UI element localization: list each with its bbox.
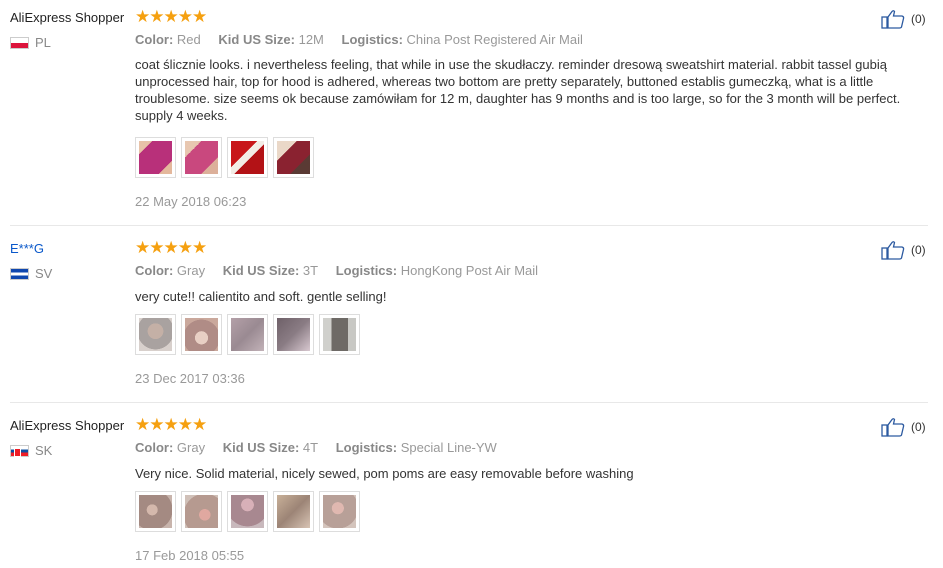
review-photo[interactable] xyxy=(273,314,314,355)
logistics-label: Logistics: xyxy=(335,440,398,455)
color-value: Red xyxy=(176,32,201,47)
photo-image xyxy=(231,141,264,174)
like-count: (0) xyxy=(911,243,926,257)
color-value: Gray xyxy=(176,263,206,278)
star-rating: ★★★★★ xyxy=(135,238,207,257)
size-label: Kid US Size: xyxy=(218,32,295,47)
country-code: SV xyxy=(35,266,53,281)
star-rating: ★★★★★ xyxy=(135,415,207,434)
photo-image xyxy=(277,495,310,528)
review-photo[interactable] xyxy=(135,491,176,532)
like-button[interactable]: (0) xyxy=(881,9,926,29)
review-photo[interactable] xyxy=(319,491,360,532)
thumbs-up-icon xyxy=(881,10,905,29)
size-label: Kid US Size: xyxy=(222,263,300,278)
photo-image xyxy=(185,495,218,528)
logistics-value: Special Line-YW xyxy=(400,440,497,455)
photo-image xyxy=(231,318,264,351)
thumbs-up-icon xyxy=(881,418,905,437)
like-count: (0) xyxy=(911,420,926,434)
review-divider xyxy=(10,225,928,226)
photo-image xyxy=(231,495,264,528)
review-photo[interactable] xyxy=(135,314,176,355)
photo-image xyxy=(139,141,172,174)
review-photo[interactable] xyxy=(181,491,222,532)
photo-image xyxy=(323,495,356,528)
review-photo[interactable] xyxy=(227,314,268,355)
photo-image xyxy=(139,495,172,528)
reviewer-name: AliExpress Shopper xyxy=(10,10,125,25)
review-date: 17 Feb 2018 05:55 xyxy=(135,548,245,563)
like-button[interactable]: (0) xyxy=(881,240,926,260)
review-photos xyxy=(135,137,314,178)
review-photos xyxy=(135,491,360,532)
color-label: Color: xyxy=(135,263,174,278)
reviewer-country: PL xyxy=(10,35,51,50)
review-photo[interactable] xyxy=(273,491,314,532)
review-text: very cute!! calientito and soft. gentle … xyxy=(135,289,387,304)
reviewer-country: SK xyxy=(10,443,52,458)
star-rating: ★★★★★ xyxy=(135,7,207,26)
size-label: Kid US Size: xyxy=(222,440,300,455)
photo-image xyxy=(277,318,310,351)
review-text: Very nice. Solid material, nicely sewed,… xyxy=(135,466,634,481)
order-info: Color: Red Kid US Size: 12M Logistics: C… xyxy=(135,32,597,47)
review-photos xyxy=(135,314,360,355)
review-photo[interactable] xyxy=(319,314,360,355)
logistics-label: Logistics: xyxy=(335,263,398,278)
size-value: 12M xyxy=(298,32,324,47)
review-photo[interactable] xyxy=(273,137,314,178)
order-info: Color: Gray Kid US Size: 4T Logistics: S… xyxy=(135,440,511,455)
color-value: Gray xyxy=(176,440,206,455)
photo-image xyxy=(323,318,356,351)
logistics-value: HongKong Post Air Mail xyxy=(400,263,539,278)
flag-sk-icon xyxy=(10,444,29,457)
review-photo[interactable] xyxy=(181,137,222,178)
flag-pl-icon xyxy=(10,36,29,49)
review-photo[interactable] xyxy=(181,314,222,355)
photo-image xyxy=(139,318,172,351)
country-code: PL xyxy=(35,35,51,50)
thumbs-up-icon xyxy=(881,241,905,260)
like-button[interactable]: (0) xyxy=(881,417,926,437)
photo-image xyxy=(185,318,218,351)
country-code: SK xyxy=(35,443,53,458)
review-date: 22 May 2018 06:23 xyxy=(135,194,247,209)
reviewer-country: SV xyxy=(10,266,52,281)
review-photo[interactable] xyxy=(227,491,268,532)
color-label: Color: xyxy=(135,440,174,455)
reviewer-name: AliExpress Shopper xyxy=(10,418,125,433)
size-value: 3T xyxy=(302,263,319,278)
order-info: Color: Gray Kid US Size: 3T Logistics: H… xyxy=(135,263,552,278)
logistics-value: China Post Registered Air Mail xyxy=(406,32,583,47)
flag-sv-icon xyxy=(10,267,29,280)
photo-image xyxy=(277,141,310,174)
review-date: 23 Dec 2017 03:36 xyxy=(135,371,245,386)
review-divider xyxy=(10,402,928,403)
review-text: coat ślicznie looks. i nevertheless feel… xyxy=(135,57,901,123)
like-count: (0) xyxy=(911,12,926,26)
color-label: Color: xyxy=(135,32,174,47)
logistics-label: Logistics: xyxy=(341,32,403,47)
reviewer-name: E***G xyxy=(10,241,44,256)
review-photo[interactable] xyxy=(227,137,268,178)
photo-image xyxy=(185,141,218,174)
size-value: 4T xyxy=(302,440,319,455)
review-photo[interactable] xyxy=(135,137,176,178)
